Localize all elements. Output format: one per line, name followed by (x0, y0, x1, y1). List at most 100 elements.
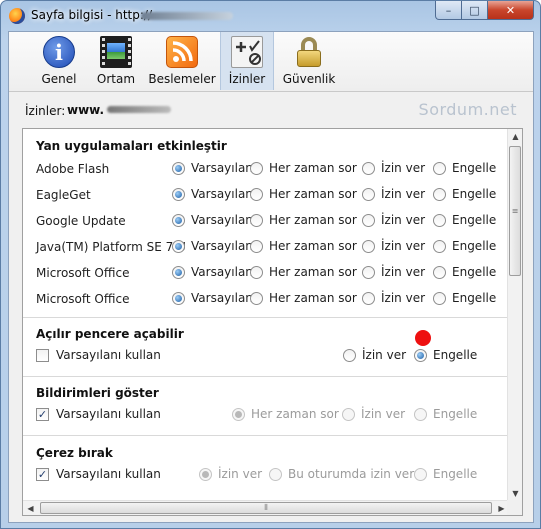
blurred-url (141, 12, 233, 20)
plugin-always-ask-radio[interactable]: Her zaman sor (250, 291, 357, 305)
permissions-icon (231, 36, 263, 68)
tab-security[interactable]: Güvenlik (283, 32, 335, 90)
tab-media[interactable]: Ortam (95, 32, 137, 90)
plugin-always-ask-radio[interactable]: Her zaman sor (250, 239, 357, 253)
radio-circle (362, 187, 375, 201)
plugin-default-radio[interactable]: Varsayılanı (172, 161, 256, 175)
radio-label: İzin ver (381, 213, 426, 227)
close-button[interactable]: ✕ (488, 1, 534, 20)
firefox-icon (9, 8, 25, 24)
plugins-section: Yan uygulamaları etkinleştir Adobe Flash… (23, 129, 509, 318)
section-title: Çerez bırak (36, 446, 113, 460)
tab-feeds[interactable]: Beslemeler (148, 32, 216, 90)
popup-allow-radio[interactable]: İzin ver (343, 348, 406, 362)
plugin-always-ask-radio[interactable]: Her zaman sor (250, 187, 357, 201)
plugin-allow-radio[interactable]: İzin ver (362, 187, 425, 201)
use-default-checkbox[interactable]: Varsayılanı kullan (36, 348, 161, 362)
minimize-button[interactable]: – (435, 1, 462, 20)
radio-label: Her zaman sor (269, 187, 357, 201)
radio-circle (362, 291, 375, 305)
plugin-row: Java(TM) Platform SE 7 U Varsayılanı Her z… (23, 235, 509, 261)
plugin-allow-radio[interactable]: İzin ver (362, 291, 425, 305)
plugin-always-ask-radio[interactable]: Her zaman sor (250, 213, 357, 227)
plugin-block-radio[interactable]: Engelle (433, 187, 496, 201)
tab-general[interactable]: i Genel (39, 32, 79, 90)
checkbox-box: ✓ (36, 467, 49, 481)
plugin-block-radio[interactable]: Engelle (433, 265, 496, 279)
window-title: Sayfa bilgisi - http:// (31, 8, 153, 22)
plugin-allow-radio[interactable]: İzin ver (362, 213, 425, 227)
cookies-allow-radio[interactable]: İzin ver (199, 467, 262, 481)
plugin-allow-radio[interactable]: İzin ver (362, 161, 425, 175)
plugin-default-radio[interactable]: Varsayılanı (172, 213, 256, 227)
notifications-allow-radio[interactable]: İzin ver (342, 407, 405, 421)
scroll-corner (507, 500, 522, 515)
radio-label: Engelle (452, 161, 497, 175)
popup-section: Açılır pencere açabilir Varsayılanı kull… (23, 318, 509, 377)
radio-label: İzin ver (362, 348, 407, 362)
plugin-block-radio[interactable]: Engelle (433, 213, 496, 227)
radio-circle (172, 265, 185, 279)
radio-circle (433, 239, 446, 253)
radio-circle (414, 348, 427, 362)
notifications-always-ask-radio[interactable]: Her zaman sor (232, 407, 339, 421)
scroll-up-arrow-icon[interactable]: ▲ (508, 129, 522, 144)
page-info-window: Sayfa bilgisi - http:// – □ ✕ i Genel Or… (0, 0, 541, 529)
plugin-always-ask-radio[interactable]: Her zaman sor (250, 161, 357, 175)
radio-label: Engelle (433, 348, 478, 362)
radio-circle (250, 291, 263, 305)
radio-label: Engelle (452, 213, 497, 227)
popup-block-radio[interactable]: Engelle (414, 348, 477, 362)
radio-circle (232, 407, 245, 421)
radio-circle (362, 213, 375, 227)
horizontal-scrollbar[interactable]: ◀ ⦀ ▶ (23, 500, 509, 515)
radio-circle (433, 291, 446, 305)
plugin-default-radio[interactable]: Varsayılanı (172, 291, 256, 305)
horizontal-scroll-thumb[interactable]: ⦀ (40, 502, 492, 514)
scroll-down-arrow-icon[interactable]: ▼ (508, 486, 522, 501)
radio-label: Bu oturumda izin ver (288, 467, 415, 481)
radio-label: İzin ver (361, 407, 406, 421)
plugin-block-radio[interactable]: Engelle (433, 291, 496, 305)
plugin-default-radio[interactable]: Varsayılanı (172, 265, 256, 279)
notifications-block-radio[interactable]: Engelle (414, 407, 477, 421)
plugin-block-radio[interactable]: Engelle (433, 161, 496, 175)
tab-permissions[interactable]: İzinler (220, 32, 274, 90)
maximize-button[interactable]: □ (462, 1, 488, 20)
section-title: Bildirimleri göster (36, 386, 159, 400)
plugin-allow-radio[interactable]: İzin ver (362, 265, 425, 279)
vertical-scroll-thumb[interactable]: ≡ (509, 146, 521, 276)
plugin-always-ask-radio[interactable]: Her zaman sor (250, 265, 357, 279)
use-default-checkbox[interactable]: ✓ Varsayılanı kullan (36, 467, 161, 481)
plugin-default-radio[interactable]: Varsayılanı (172, 187, 256, 201)
permissions-list[interactable]: Yan uygulamaları etkinleştir Adobe Flash… (22, 128, 523, 516)
checkbox-label: Varsayılanı kullan (56, 467, 161, 481)
radio-label: Engelle (452, 239, 497, 253)
radio-label: Her zaman sor (251, 407, 339, 421)
plugin-row: EagleGet Varsayılanı Her zaman sor İzin ver… (23, 183, 509, 209)
radio-circle (362, 239, 375, 253)
plugin-block-radio[interactable]: Engelle (433, 239, 496, 253)
checkbox-label: Varsayılanı kullan (56, 407, 161, 421)
radio-label: İzin ver (381, 187, 426, 201)
radio-label: Engelle (433, 467, 478, 481)
radio-label: Varsayılanı (191, 291, 257, 305)
plugin-default-radio[interactable]: Varsayılanı (172, 239, 256, 253)
title-bar[interactable]: Sayfa bilgisi - http:// – □ ✕ (1, 1, 540, 31)
cookies-session-radio[interactable]: Bu oturumda izin ver (269, 467, 414, 481)
tab-label: Ortam (96, 72, 136, 86)
cookies-block-radio[interactable]: Engelle (414, 467, 477, 481)
scroll-left-arrow-icon[interactable]: ◀ (23, 501, 38, 515)
plugin-row: Microsoft Office Varsayılanı Her zaman sor… (23, 287, 509, 313)
use-default-checkbox[interactable]: ✓ Varsayılanı kullan (36, 407, 161, 421)
checkbox-box: ✓ (36, 407, 49, 421)
radio-label: Engelle (452, 265, 497, 279)
radio-circle (199, 467, 212, 481)
vertical-scrollbar[interactable]: ▲ ≡ ▼ (507, 129, 522, 501)
plugin-row: Microsoft Office Varsayılanı Her zaman sor… (23, 261, 509, 287)
section-title: Yan uygulamaları etkinleştir (36, 139, 227, 153)
red-marker (415, 330, 431, 346)
plugin-allow-radio[interactable]: İzin ver (362, 239, 425, 253)
plugin-row: Adobe Flash Varsayılanı Her zaman sor İzin … (23, 157, 509, 183)
permissions-label: İzinler: (25, 104, 66, 118)
